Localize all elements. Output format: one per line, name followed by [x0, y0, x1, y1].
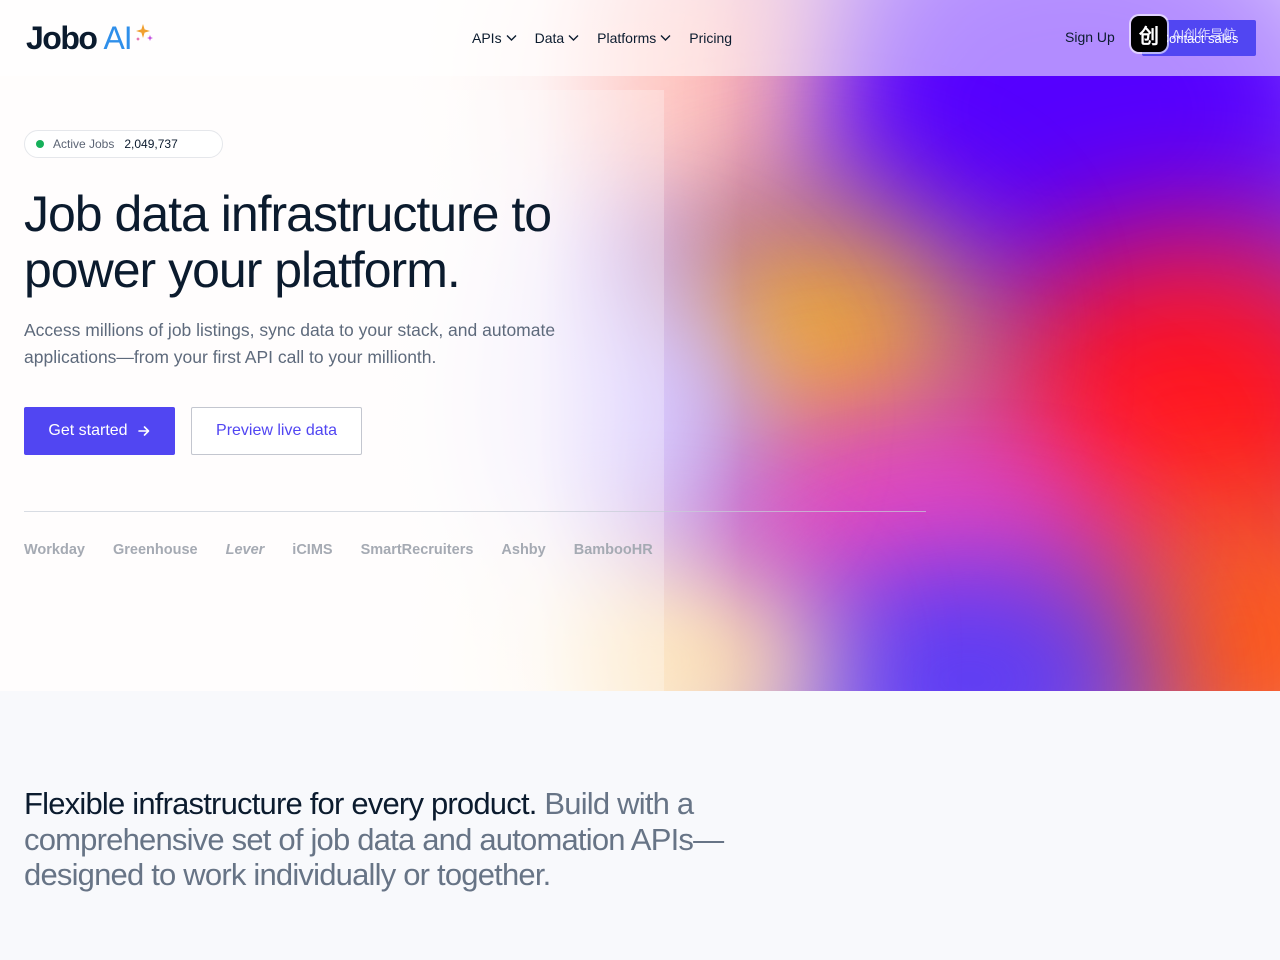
chevron-down-icon	[506, 35, 517, 41]
hero-section: Active Jobs 2,049,737 Job data infrastru…	[0, 0, 1280, 691]
get-started-button[interactable]: Get started	[24, 407, 175, 455]
active-jobs-badge: Active Jobs 2,049,737	[24, 130, 223, 158]
products-intro-statement: Flexible infrastructure for every produc…	[24, 786, 784, 893]
ai-navigator-glyph: 创	[1139, 25, 1159, 48]
nav-item-platforms-label: Platforms	[597, 30, 657, 46]
hero-divider	[24, 511, 926, 512]
partner-logos: Workday Greenhouse Lever iCIMS SmartRecr…	[24, 542, 681, 558]
logo-ai-mark: AI	[103, 19, 132, 56]
jobo-ai-logo[interactable]: Jobo AI	[26, 20, 154, 56]
status-dot-icon	[36, 140, 44, 148]
top-navigation: Jobo AI APIs Data Platforms Pricing Sign…	[0, 0, 1280, 76]
ai-navigator-widget-label: AI创作导航	[1172, 27, 1237, 42]
partner-logo-bamboohr: BambooHR	[573, 542, 653, 558]
partner-logo-ashby: Ashby	[501, 542, 546, 558]
partner-logo-lever: Lever	[225, 542, 265, 558]
chevron-down-icon	[660, 35, 671, 41]
hero-content-panel	[0, 90, 664, 691]
active-jobs-count: 2,049,737	[124, 137, 178, 151]
main-menu: APIs Data Platforms Pricing	[472, 0, 750, 76]
hero-headline: Job data infrastructure to power your pl…	[24, 186, 552, 298]
nav-item-platforms[interactable]: Platforms	[597, 30, 671, 46]
preview-live-data-button[interactable]: Preview live data	[191, 407, 362, 455]
sparkle-icon	[135, 24, 153, 41]
nav-item-pricing-label: Pricing	[689, 30, 733, 46]
nav-item-apis-label: APIs	[472, 30, 502, 46]
nav-item-data-label: Data	[534, 30, 565, 46]
logo-wordmark: Jobo	[26, 19, 98, 56]
products-intro-section: Flexible infrastructure for every produc…	[0, 691, 1280, 960]
partner-logo-smartrecruiters: SmartRecruiters	[360, 542, 474, 558]
nav-item-pricing[interactable]: Pricing	[689, 30, 732, 46]
statement-strong: Flexible infrastructure for every produc…	[24, 786, 537, 821]
sign-up-link[interactable]: Sign Up	[1065, 29, 1115, 45]
active-jobs-label: Active Jobs	[53, 137, 115, 151]
arrow-right-icon	[137, 426, 149, 436]
partner-logo-workday: Workday	[24, 542, 85, 558]
nav-item-data[interactable]: Data	[535, 30, 580, 46]
ai-navigator-widget-icon[interactable]: 创	[1131, 16, 1167, 52]
chevron-down-icon	[568, 35, 579, 41]
nav-item-apis[interactable]: APIs	[472, 30, 517, 46]
get-started-label: Get started	[48, 422, 128, 439]
hero-subheadline: Access millions of job listings, sync da…	[24, 320, 556, 367]
partner-logo-icims: iCIMS	[292, 542, 333, 558]
preview-live-data-label: Preview live data	[216, 422, 337, 439]
partner-logo-greenhouse: Greenhouse	[112, 542, 198, 558]
